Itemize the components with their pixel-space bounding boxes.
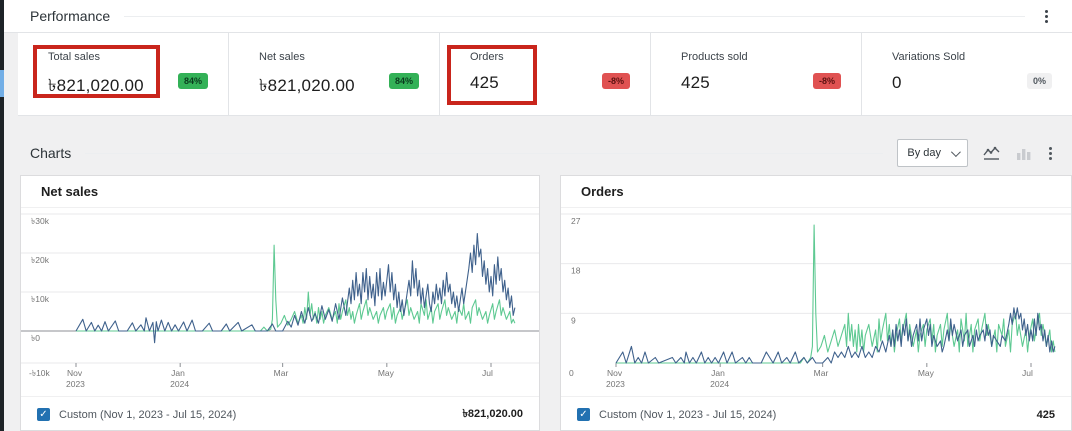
status-badge: -8% — [602, 73, 630, 89]
stat-card-variations-sold[interactable]: Variations Sold 0 0% — [862, 33, 1072, 115]
charts-title: Charts — [30, 145, 71, 161]
stat-card-total-sales[interactable]: Total sales ৳821,020.00 84% — [18, 33, 229, 115]
stat-label: Variations Sold — [892, 51, 1054, 63]
status-badge: 84% — [389, 73, 419, 89]
stat-card-orders[interactable]: Orders 425 -8% — [440, 33, 651, 115]
charts-section-header: Charts By day — [4, 134, 1072, 172]
performance-header: Performance — [4, 0, 1072, 33]
stats-row: Total sales ৳821,020.00 84% Net sales ৳8… — [18, 33, 1072, 116]
svg-text:-৳10k: -৳10k — [29, 368, 51, 378]
checkbox-checked-icon[interactable]: ✓ — [577, 408, 590, 421]
svg-text:2023: 2023 — [66, 379, 85, 389]
legend-item[interactable]: ✓ Custom (Nov 1, 2023 - Jul 15, 2024) 42… — [561, 396, 1071, 431]
legend-value: ৳821,020.00 — [462, 405, 523, 424]
svg-text:৳10k: ৳10k — [31, 294, 50, 304]
svg-text:2023: 2023 — [606, 379, 625, 389]
chart-title: Net sales — [21, 176, 539, 208]
orders-chart-panel: Orders 27 18 9 0 Nov2023 Jan2024 Mar May Jul ✓ C… — [560, 175, 1072, 431]
svg-text:Nov: Nov — [607, 368, 623, 378]
interval-select-value: By day — [907, 147, 941, 159]
svg-text:0: 0 — [569, 368, 574, 378]
legend-label: Custom (Nov 1, 2023 - Jul 15, 2024) — [599, 409, 776, 421]
chevron-down-icon — [951, 147, 961, 157]
svg-text:9: 9 — [571, 315, 576, 325]
status-badge: 0% — [1027, 73, 1052, 89]
svg-text:18: 18 — [571, 266, 581, 276]
status-badge: -8% — [813, 73, 841, 89]
legend-value: 425 — [1037, 409, 1055, 421]
interval-select[interactable]: By day — [897, 139, 968, 167]
svg-text:Mar: Mar — [274, 368, 289, 378]
performance-menu-kebab-icon[interactable] — [1039, 6, 1054, 27]
legend-label: Custom (Nov 1, 2023 - Jul 15, 2024) — [59, 409, 236, 421]
legend-item[interactable]: ✓ Custom (Nov 1, 2023 - Jul 15, 2024) ৳8… — [21, 396, 539, 431]
svg-text:৳20k: ৳20k — [31, 255, 50, 265]
line-chart-icon — [982, 146, 1001, 161]
stat-label: Total sales — [48, 51, 210, 63]
chart-title: Orders — [561, 176, 1071, 208]
svg-text:Jul: Jul — [482, 368, 493, 378]
header-divider — [85, 153, 883, 154]
svg-text:Jan: Jan — [171, 368, 185, 378]
bar-chart-view-button[interactable] — [1015, 146, 1033, 161]
svg-text:2024: 2024 — [710, 379, 729, 389]
stat-label: Net sales — [259, 51, 421, 63]
svg-text:Mar: Mar — [814, 368, 829, 378]
svg-text:May: May — [378, 368, 395, 378]
admin-sidebar-strip[interactable] — [0, 0, 4, 431]
scrollbar-thumb[interactable] — [0, 70, 4, 97]
svg-text:Jul: Jul — [1022, 368, 1033, 378]
status-badge: 84% — [178, 73, 208, 89]
charts-menu-kebab-icon[interactable] — [1043, 143, 1058, 164]
stat-card-net-sales[interactable]: Net sales ৳821,020.00 84% — [229, 33, 440, 115]
svg-text:27: 27 — [571, 216, 581, 226]
orders-chart[interactable]: 27 18 9 0 Nov2023 Jan2024 Mar May Jul — [561, 208, 1071, 396]
stat-label: Orders — [470, 51, 632, 63]
svg-text:Jan: Jan — [711, 368, 725, 378]
svg-text:May: May — [918, 368, 935, 378]
stat-card-products-sold[interactable]: Products sold 425 -8% — [651, 33, 862, 115]
bar-chart-icon — [1015, 146, 1033, 161]
net-sales-chart[interactable]: ৳30k ৳20k ৳10k ৳0 -৳10k Nov2023 Jan2024 Mar May J… — [21, 208, 539, 396]
svg-text:2024: 2024 — [170, 379, 189, 389]
svg-text:৳0: ৳0 — [31, 333, 40, 343]
header-divider — [124, 16, 1025, 17]
svg-text:Nov: Nov — [67, 368, 83, 378]
net-sales-chart-panel: Net sales ৳30k ৳20k ৳10k ৳0 -৳10k Nov2023 Jan2… — [20, 175, 540, 431]
svg-text:৳30k: ৳30k — [31, 216, 50, 226]
line-chart-view-button[interactable] — [982, 146, 1001, 161]
checkbox-checked-icon[interactable]: ✓ — [37, 408, 50, 421]
performance-title: Performance — [30, 8, 110, 24]
stat-label: Products sold — [681, 51, 843, 63]
